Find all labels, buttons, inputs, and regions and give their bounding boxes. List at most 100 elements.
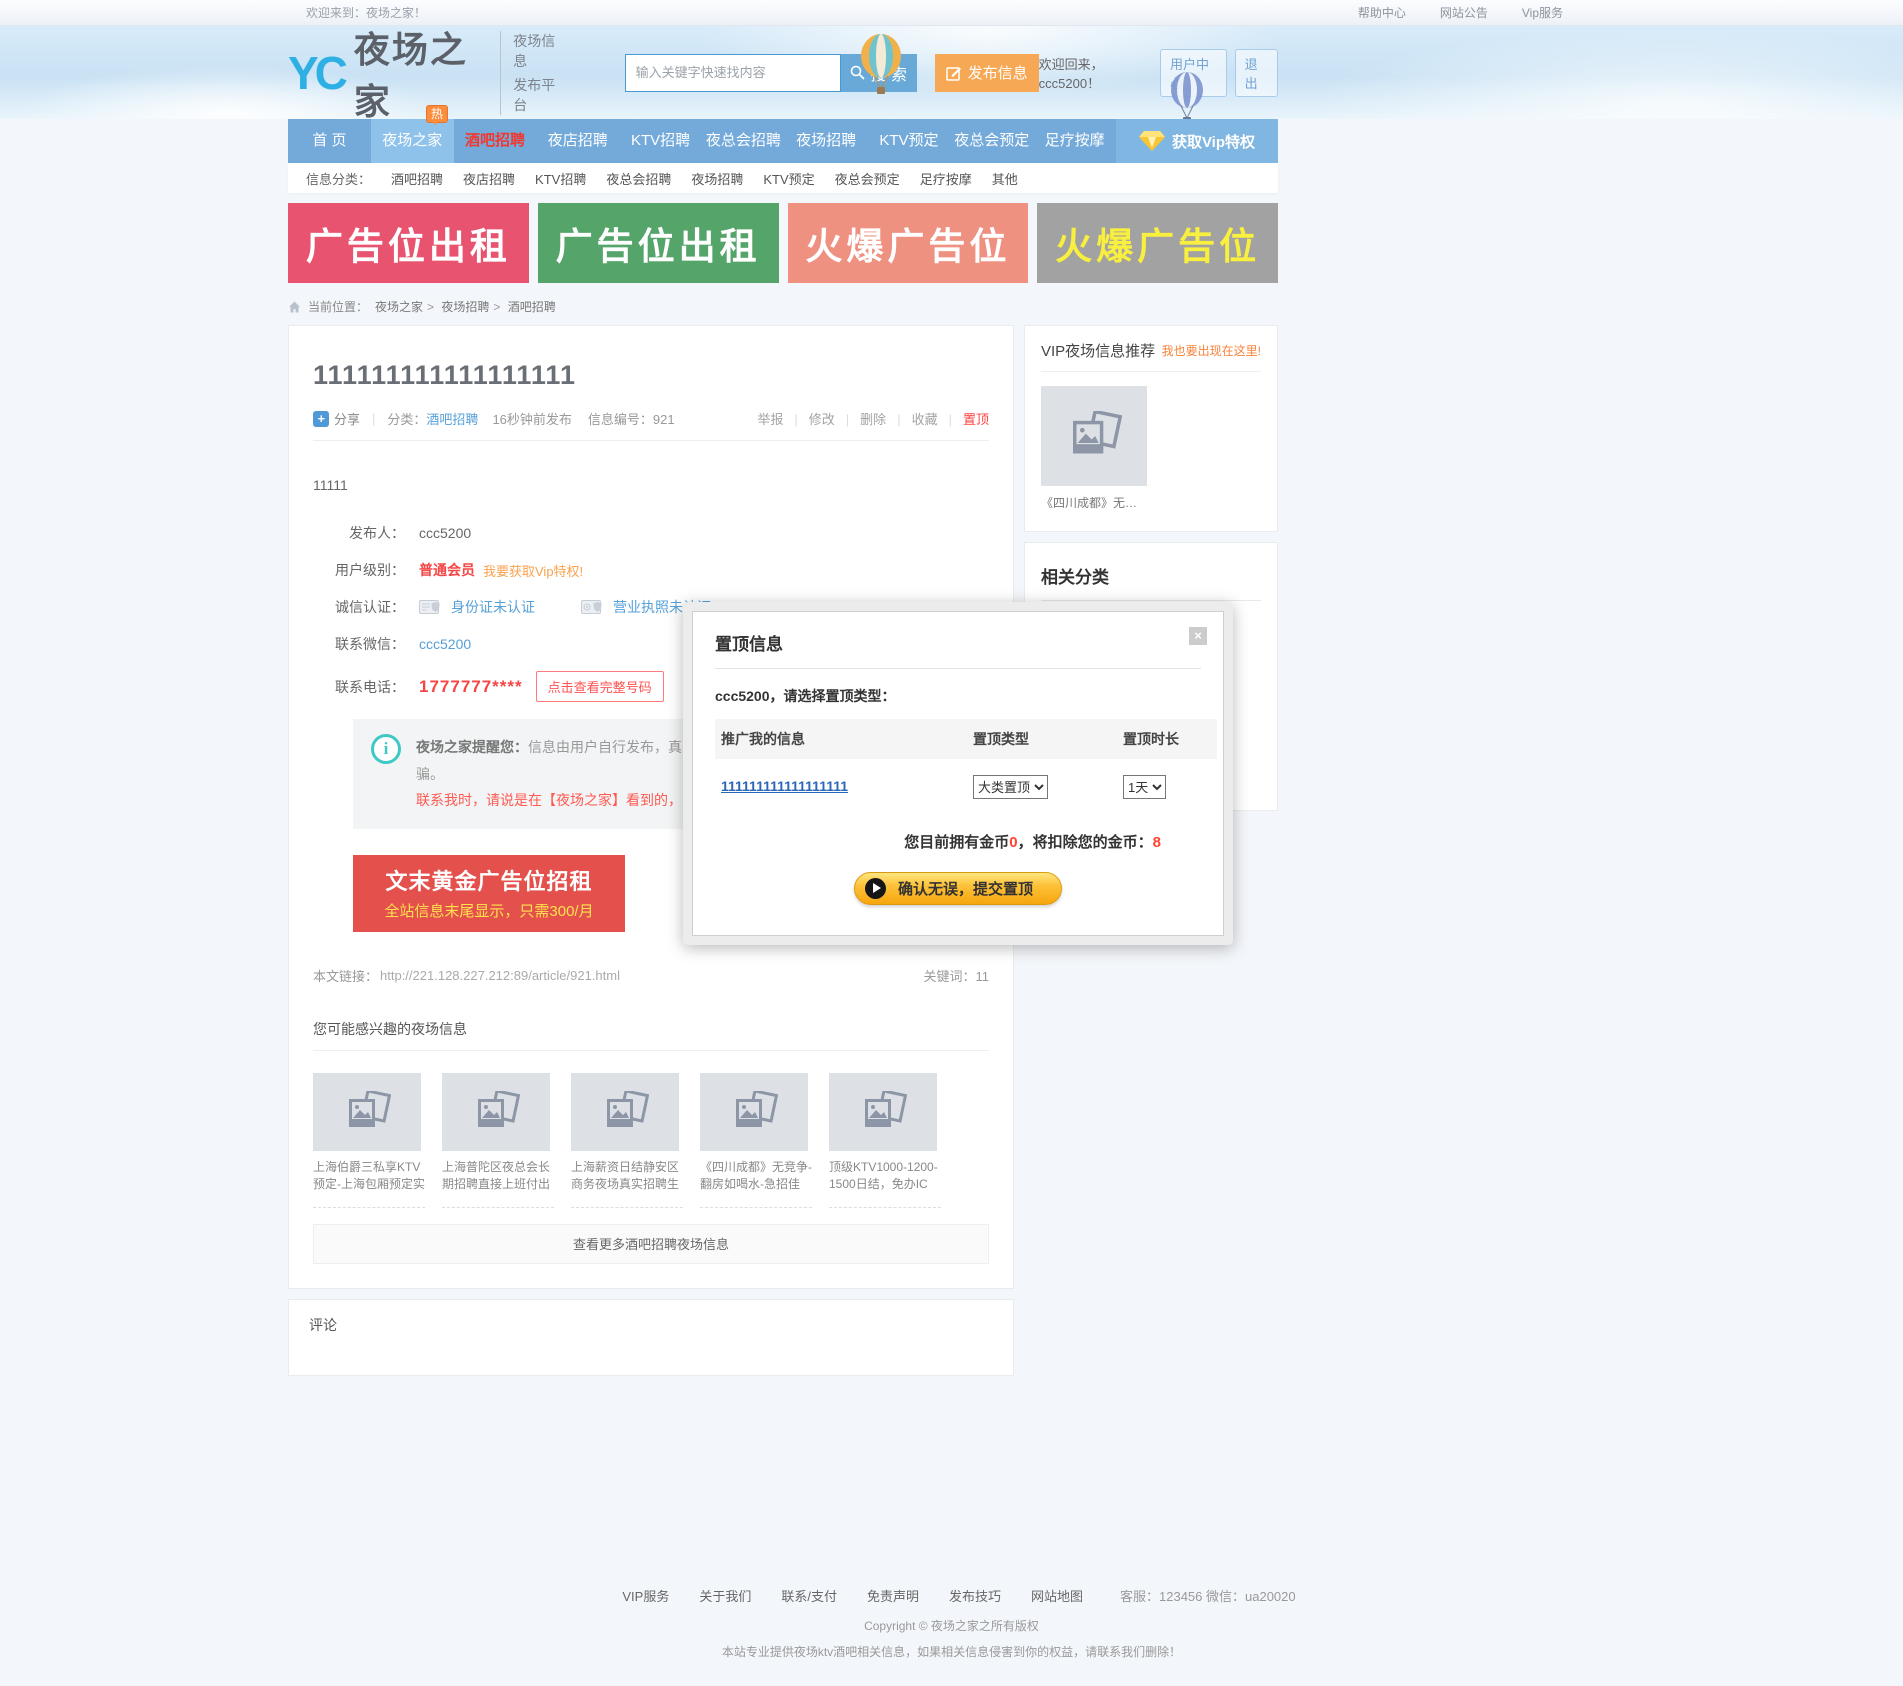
article-action-link[interactable]: 删除	[835, 409, 886, 428]
nav-item[interactable]: 夜场之家	[371, 119, 454, 163]
breadcrumb-link[interactable]: 酒吧招聘	[489, 298, 555, 315]
category-link[interactable]: 酒吧招聘	[426, 409, 478, 428]
topbar: 欢迎来到：夜场之家！ 帮助中心 网站公告 Vip服务	[0, 0, 1903, 26]
info-number: 信息编号：921	[588, 409, 675, 428]
footer-link[interactable]: 联系/支付	[781, 1586, 837, 1605]
subnav-link[interactable]: 夜场招聘	[691, 169, 743, 188]
nav-item[interactable]: 酒吧招聘	[454, 119, 537, 163]
article-action-link[interactable]: 举报	[757, 409, 783, 428]
related-listing-card[interactable]: 上海薪资日结静安区商务夜场真实招聘生意持	[571, 1073, 683, 1208]
nav-item[interactable]: KTV招聘	[619, 119, 702, 163]
coin-deduct-value: 8	[1153, 834, 1161, 851]
footer-link[interactable]: 发布技巧	[949, 1586, 1001, 1605]
pencil-square-icon	[946, 65, 962, 81]
footer-link[interactable]: VIP服务	[622, 1586, 669, 1605]
photo-stack-icon	[472, 1091, 520, 1133]
nav-vip-button[interactable]: 获取Vip特权	[1116, 119, 1278, 163]
auth-label: 诚信认证：	[313, 597, 405, 617]
article-action-link[interactable]: 收藏	[886, 409, 937, 428]
subnav-link[interactable]: 夜店招聘	[463, 169, 515, 188]
permalink-row: 本文链接： http://221.128.227.212:89/article/…	[313, 966, 989, 985]
related-listing-card[interactable]: 上海普陀区夜总会长期招聘直接上班付出才会	[442, 1073, 554, 1208]
hot-air-balloon-icon	[1168, 72, 1206, 119]
user-area: 欢迎回来，ccc5200！ 用户中心 退出	[1039, 49, 1278, 97]
nav-item[interactable]: 夜场招聘	[785, 119, 868, 163]
search-input[interactable]	[625, 54, 841, 92]
welcome-text: 欢迎来到：夜场之家！	[306, 4, 426, 21]
permalink-url[interactable]: http://221.128.227.212:89/article/921.ht…	[380, 968, 620, 983]
related-listing-card[interactable]: 《四川成都》无竞争-翻房如喝水-急招佳丽-	[700, 1073, 812, 1208]
view-full-phone-button[interactable]: 点击查看完整号码	[536, 671, 664, 702]
view-more-button[interactable]: 查看更多酒吧招聘夜场信息	[313, 1224, 989, 1264]
get-vip-link[interactable]: 我要获取Vip特权!	[483, 561, 583, 580]
publisher-label: 发布人：	[313, 523, 405, 543]
article-action-link[interactable]: 修改	[783, 409, 834, 428]
nav-item[interactable]: KTV预定	[868, 119, 951, 163]
topbar-link[interactable]: 网站公告	[1440, 4, 1488, 21]
topbar-links: 帮助中心 网站公告 Vip服务	[1324, 4, 1563, 21]
close-icon[interactable]: ×	[1189, 627, 1207, 645]
photo-stack-icon	[730, 1091, 778, 1133]
comments-title: 评论	[309, 1315, 993, 1335]
pin-options-header: 推广我的信息 置顶类型 置顶时长	[715, 719, 1201, 759]
nav-item[interactable]: 足疗按摩	[1033, 119, 1116, 163]
related-caption: 《四川成都》无竞争-翻房如喝水-急招佳丽-	[700, 1159, 812, 1193]
nav-item[interactable]: 夜总会预定	[950, 119, 1033, 163]
appear-here-link[interactable]: 我也要出现在这里!	[1162, 342, 1261, 359]
footer-ad-banner[interactable]: 文末黄金广告位招租 全站信息末尾显示，只需300/月	[353, 855, 625, 932]
breadcrumb: 当前位置： 夜场之家夜场招聘酒吧招聘	[288, 298, 1278, 315]
article-action-link[interactable]: 置顶	[938, 409, 989, 428]
subnav-link[interactable]: 其他	[992, 169, 1018, 188]
subnav-link[interactable]: 酒吧招聘	[391, 169, 443, 188]
hot-air-balloon-icon	[858, 34, 904, 98]
nav-item[interactable]: 夜总会招聘	[702, 119, 785, 163]
related-caption: 顶级KTV1000-1200-1500日结，免办IC	[829, 1159, 941, 1193]
wechat-value: ccc5200	[419, 636, 471, 652]
pin-options-row: 111111111111111111 大类置顶 1天	[715, 759, 1201, 803]
disclaimer-text: 本站专业提供夜场ktv酒吧相关信息，如果相关信息侵害到你的权益，请联系我们删除！	[0, 1643, 1903, 1660]
subnav-link[interactable]: KTV招聘	[535, 169, 586, 188]
related-listing-card[interactable]: 顶级KTV1000-1200-1500日结，免办IC	[829, 1073, 941, 1208]
topbar-link[interactable]: Vip服务	[1522, 4, 1563, 21]
footer-link[interactable]: 网站地图	[1031, 1586, 1083, 1605]
image-placeholder	[1041, 386, 1147, 486]
ad-banner[interactable]: 广告位出租	[288, 203, 529, 283]
subnav-link[interactable]: 夜总会招聘	[606, 169, 671, 188]
subnav-link[interactable]: 夜总会预定	[835, 169, 900, 188]
subnav-link[interactable]: 足疗按摩	[920, 169, 972, 188]
topbar-link[interactable]: 帮助中心	[1358, 4, 1406, 21]
related-listing-card[interactable]: 上海伯爵三私享KTV预定-上海包厢预定实力	[313, 1073, 425, 1208]
vip-listing-card[interactable]: 《四川成都》无竞争-...	[1041, 386, 1147, 511]
nav-item[interactable]: 首 页	[288, 119, 371, 163]
categories-title: 相关分类	[1041, 557, 1261, 601]
nav-item[interactable]: 夜店招聘	[536, 119, 619, 163]
breadcrumb-link[interactable]: 夜场之家	[375, 298, 423, 315]
id-auth-item[interactable]: 身份证未认证	[419, 597, 535, 617]
pin-duration-select[interactable]: 1天	[1123, 775, 1166, 799]
coin-balance-value: 0	[1009, 834, 1017, 851]
ad-banner[interactable]: 广告位出租	[538, 203, 779, 283]
site-logo[interactable]: YC 夜场之家 夜场信息 发布平台	[288, 26, 563, 119]
logo-tagline: 夜场信息 发布平台	[500, 31, 562, 115]
footer-link[interactable]: 免责声明	[867, 1586, 919, 1605]
article-actions: 举报修改删除收藏置顶	[757, 409, 989, 428]
subnav-link[interactable]: KTV预定	[763, 169, 814, 188]
ad-banner[interactable]: 火爆广告位	[1037, 203, 1278, 283]
ad-banner[interactable]: 火爆广告位	[788, 203, 1029, 283]
photo-stack-icon	[1066, 411, 1122, 461]
footer-link[interactable]: 关于我们	[699, 1586, 751, 1605]
hot-badge-icon: 热	[426, 105, 448, 123]
vip-listing-caption: 《四川成都》无竞争-...	[1041, 494, 1147, 511]
related-caption: 上海伯爵三私享KTV预定-上海包厢预定实力	[313, 1159, 425, 1193]
subnav-label: 信息分类：	[306, 169, 371, 188]
ad-banner-row: 广告位出租广告位出租火爆广告位火爆广告位	[288, 203, 1278, 283]
logo-name: 夜场之家	[354, 26, 488, 119]
pin-type-select[interactable]: 大类置顶	[973, 775, 1048, 799]
service-contact: 客服：123456 微信：ua20020	[1120, 1586, 1296, 1605]
submit-pin-button[interactable]: 确认无误，提交置顶	[854, 872, 1062, 905]
post-info-button[interactable]: 发布信息	[935, 54, 1039, 92]
my-info-link[interactable]: 111111111111111111	[721, 778, 848, 794]
breadcrumb-link[interactable]: 夜场招聘	[423, 298, 489, 315]
logout-button[interactable]: 退出	[1235, 49, 1278, 97]
share-button[interactable]: 分享	[313, 409, 360, 428]
